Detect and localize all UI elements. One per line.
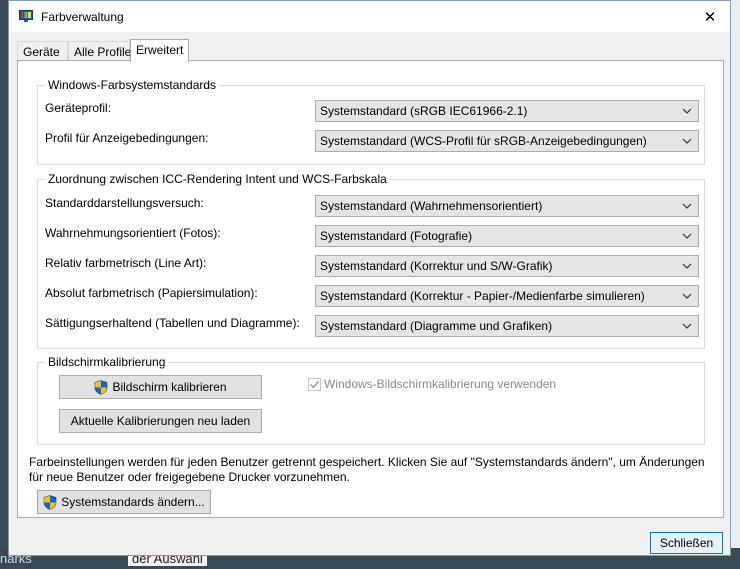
close-icon: ✕ xyxy=(703,8,717,26)
close-window-button[interactable]: ✕ xyxy=(690,1,730,32)
saturation-value: Systemstandard (Diagramme und Grafiken) xyxy=(320,319,553,333)
relative-colorimetric-dropdown[interactable]: Systemstandard (Korrektur und S/W-Grafik… xyxy=(315,255,699,277)
color-management-window: Farbverwaltung ✕ Geräte Alle Profile Erw… xyxy=(8,0,731,556)
viewing-conditions-dropdown[interactable]: Systemstandard (WCS-Profil für sRGB-Anze… xyxy=(315,130,699,152)
perceptual-dropdown[interactable]: Systemstandard (Fotografie) xyxy=(315,225,699,247)
calibrate-display-label: Bildschirm kalibrieren xyxy=(112,380,227,394)
absolute-colorimetric-value: Systemstandard (Korrektur - Papier-/Medi… xyxy=(320,289,645,303)
relative-colorimetric-label: Relativ farbmetrisch (Line Art): xyxy=(45,256,207,270)
window-title: Farbverwaltung xyxy=(41,10,124,24)
default-intent-label: Standarddarstellungsversuch: xyxy=(45,196,204,210)
chevron-down-icon xyxy=(682,323,692,329)
perceptual-label: Wahrnehmungsorientiert (Fotos): xyxy=(45,226,221,240)
chevron-down-icon xyxy=(682,108,692,114)
advanced-tab-panel: Windows-Farbsystemstandards Geräteprofil… xyxy=(17,60,724,518)
device-profile-value: Systemstandard (sRGB IEC61966-2.1) xyxy=(320,104,528,118)
viewing-conditions-value: Systemstandard (WCS-Profil für sRGB-Anze… xyxy=(320,134,647,148)
icc-mapping-title: Zuordnung zwischen ICC-Rendering Intent … xyxy=(45,172,390,186)
absolute-colorimetric-label: Absolut farbmetrisch (Papiersimulation): xyxy=(45,286,258,300)
reload-calibrations-button[interactable]: Aktuelle Kalibrierungen neu laden xyxy=(59,409,262,433)
perceptual-value: Systemstandard (Fotografie) xyxy=(320,229,473,243)
tab-all-profiles[interactable]: Alle Profile xyxy=(68,41,131,61)
change-system-defaults-button[interactable]: Systemstandards ändern... xyxy=(37,490,211,514)
wcs-defaults-group: Windows-Farbsystemstandards xyxy=(37,78,705,165)
device-profile-dropdown[interactable]: Systemstandard (sRGB IEC61966-2.1) xyxy=(315,100,699,122)
calibration-title: Bildschirmkalibrierung xyxy=(45,355,169,369)
calibrate-display-button[interactable]: Bildschirm kalibrieren xyxy=(59,375,262,399)
uac-shield-icon xyxy=(95,379,108,395)
uac-shield-icon xyxy=(43,494,57,510)
info-text: Farbeinstellungen werden für jeden Benut… xyxy=(29,455,705,484)
saturation-dropdown[interactable]: Systemstandard (Diagramme und Grafiken) xyxy=(315,315,699,337)
close-dialog-button[interactable]: Schließen xyxy=(650,532,723,554)
chevron-down-icon xyxy=(682,138,692,144)
default-intent-value: Systemstandard (Wahrnehmensorientiert) xyxy=(320,199,543,213)
chevron-down-icon xyxy=(682,203,692,209)
saturation-label: Sättigungserhaltend (Tabellen und Diagra… xyxy=(45,316,300,330)
use-windows-calibration-label: Windows-Bildschirmkalibrierung verwenden xyxy=(324,377,557,391)
absolute-colorimetric-dropdown[interactable]: Systemstandard (Korrektur - Papier-/Medi… xyxy=(315,285,699,307)
viewing-conditions-label: Profil für Anzeigebedingungen: xyxy=(45,131,209,145)
tab-devices[interactable]: Geräte xyxy=(17,41,68,61)
change-system-defaults-label: Systemstandards ändern... xyxy=(61,495,205,509)
wcs-defaults-title: Windows-Farbsystemstandards xyxy=(45,78,220,92)
relative-colorimetric-value: Systemstandard (Korrektur und S/W-Grafik… xyxy=(320,259,553,273)
desktop-background-left xyxy=(0,0,8,569)
device-profile-label: Geräteprofil: xyxy=(45,101,112,115)
chevron-down-icon xyxy=(682,233,692,239)
close-dialog-label: Schließen xyxy=(659,536,714,550)
title-bar: Farbverwaltung ✕ xyxy=(9,1,730,32)
monitor-icon xyxy=(19,10,33,22)
chevron-down-icon xyxy=(682,263,692,269)
use-windows-calibration-checkbox[interactable] xyxy=(308,378,321,391)
default-intent-dropdown[interactable]: Systemstandard (Wahrnehmensorientiert) xyxy=(315,195,699,217)
reload-calibrations-label: Aktuelle Kalibrierungen neu laden xyxy=(70,414,251,428)
checkmark-icon xyxy=(309,380,320,389)
tab-advanced[interactable]: Erweitert xyxy=(130,39,189,62)
chevron-down-icon xyxy=(682,293,692,299)
